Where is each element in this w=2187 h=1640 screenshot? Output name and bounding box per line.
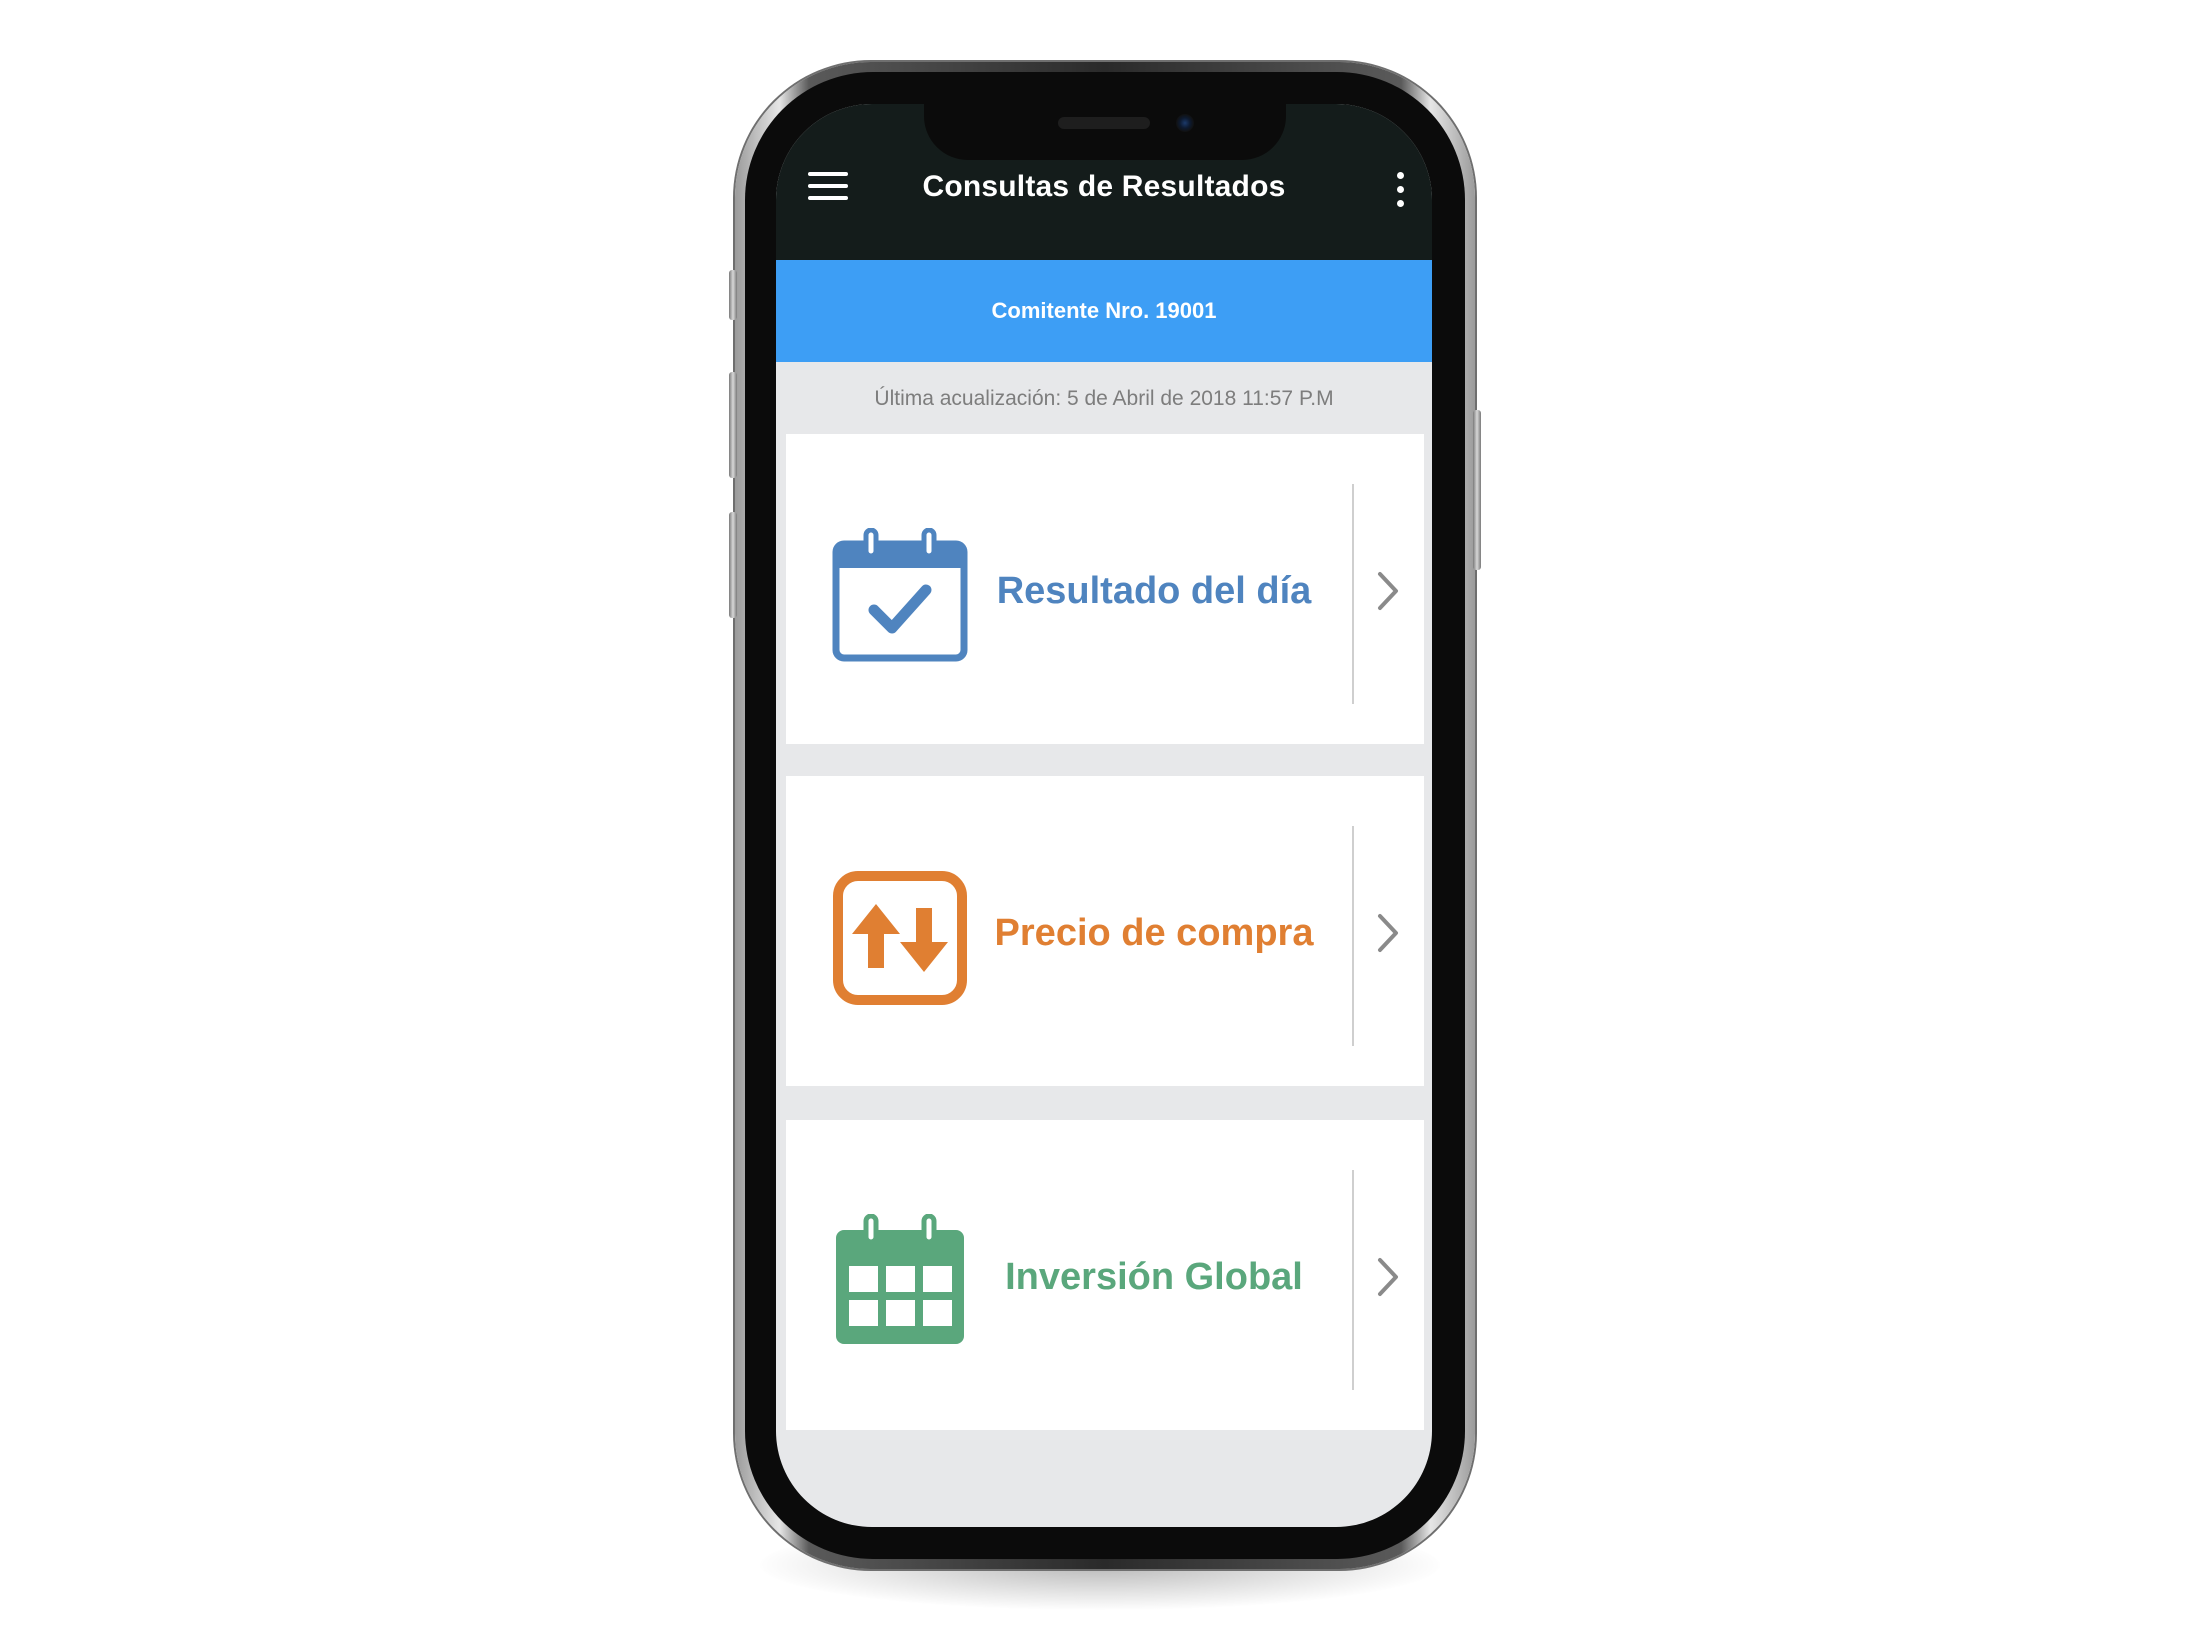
account-number-bar: Comitente Nro. 19001 <box>776 260 1432 362</box>
card-divider <box>1352 1170 1354 1390</box>
card-divider <box>1352 484 1354 704</box>
chevron-right-icon[interactable] <box>1372 568 1402 614</box>
stage: Consultas de Resultados Comitente Nro. 1… <box>0 0 2187 1640</box>
hamburger-menu-icon[interactable] <box>808 172 848 202</box>
calendar-grid-icon <box>836 1214 964 1344</box>
card-resultado-del-dia[interactable]: Resultado del día <box>786 434 1424 744</box>
volume-up-button <box>729 372 737 478</box>
mute-switch <box>729 270 737 320</box>
phone-notch <box>924 98 1286 160</box>
chevron-right-icon[interactable] <box>1372 1254 1402 1300</box>
volume-down-button <box>729 512 737 618</box>
card-inversion-global[interactable]: Inversión Global <box>786 1120 1424 1430</box>
last-update-text: Última acualización: 5 de Abril de 2018 … <box>874 387 1334 410</box>
card-label: Precio de compra <box>994 912 1314 954</box>
earpiece-speaker <box>1058 117 1150 129</box>
calendar-check-icon <box>832 528 968 662</box>
chevron-right-icon[interactable] <box>1372 910 1402 956</box>
up-down-arrows-icon <box>833 871 967 1005</box>
card-divider <box>1352 826 1354 1046</box>
card-precio-de-compra[interactable]: Precio de compra <box>786 776 1424 1086</box>
front-camera <box>1176 114 1194 132</box>
phone-screen: Consultas de Resultados Comitente Nro. 1… <box>776 104 1432 1527</box>
card-label: Resultado del día <box>996 570 1312 612</box>
more-vertical-icon[interactable] <box>1392 172 1408 210</box>
card-label: Inversión Global <box>1005 1256 1303 1298</box>
power-button <box>1473 410 1481 570</box>
app-title: Consultas de Resultados <box>922 170 1286 203</box>
